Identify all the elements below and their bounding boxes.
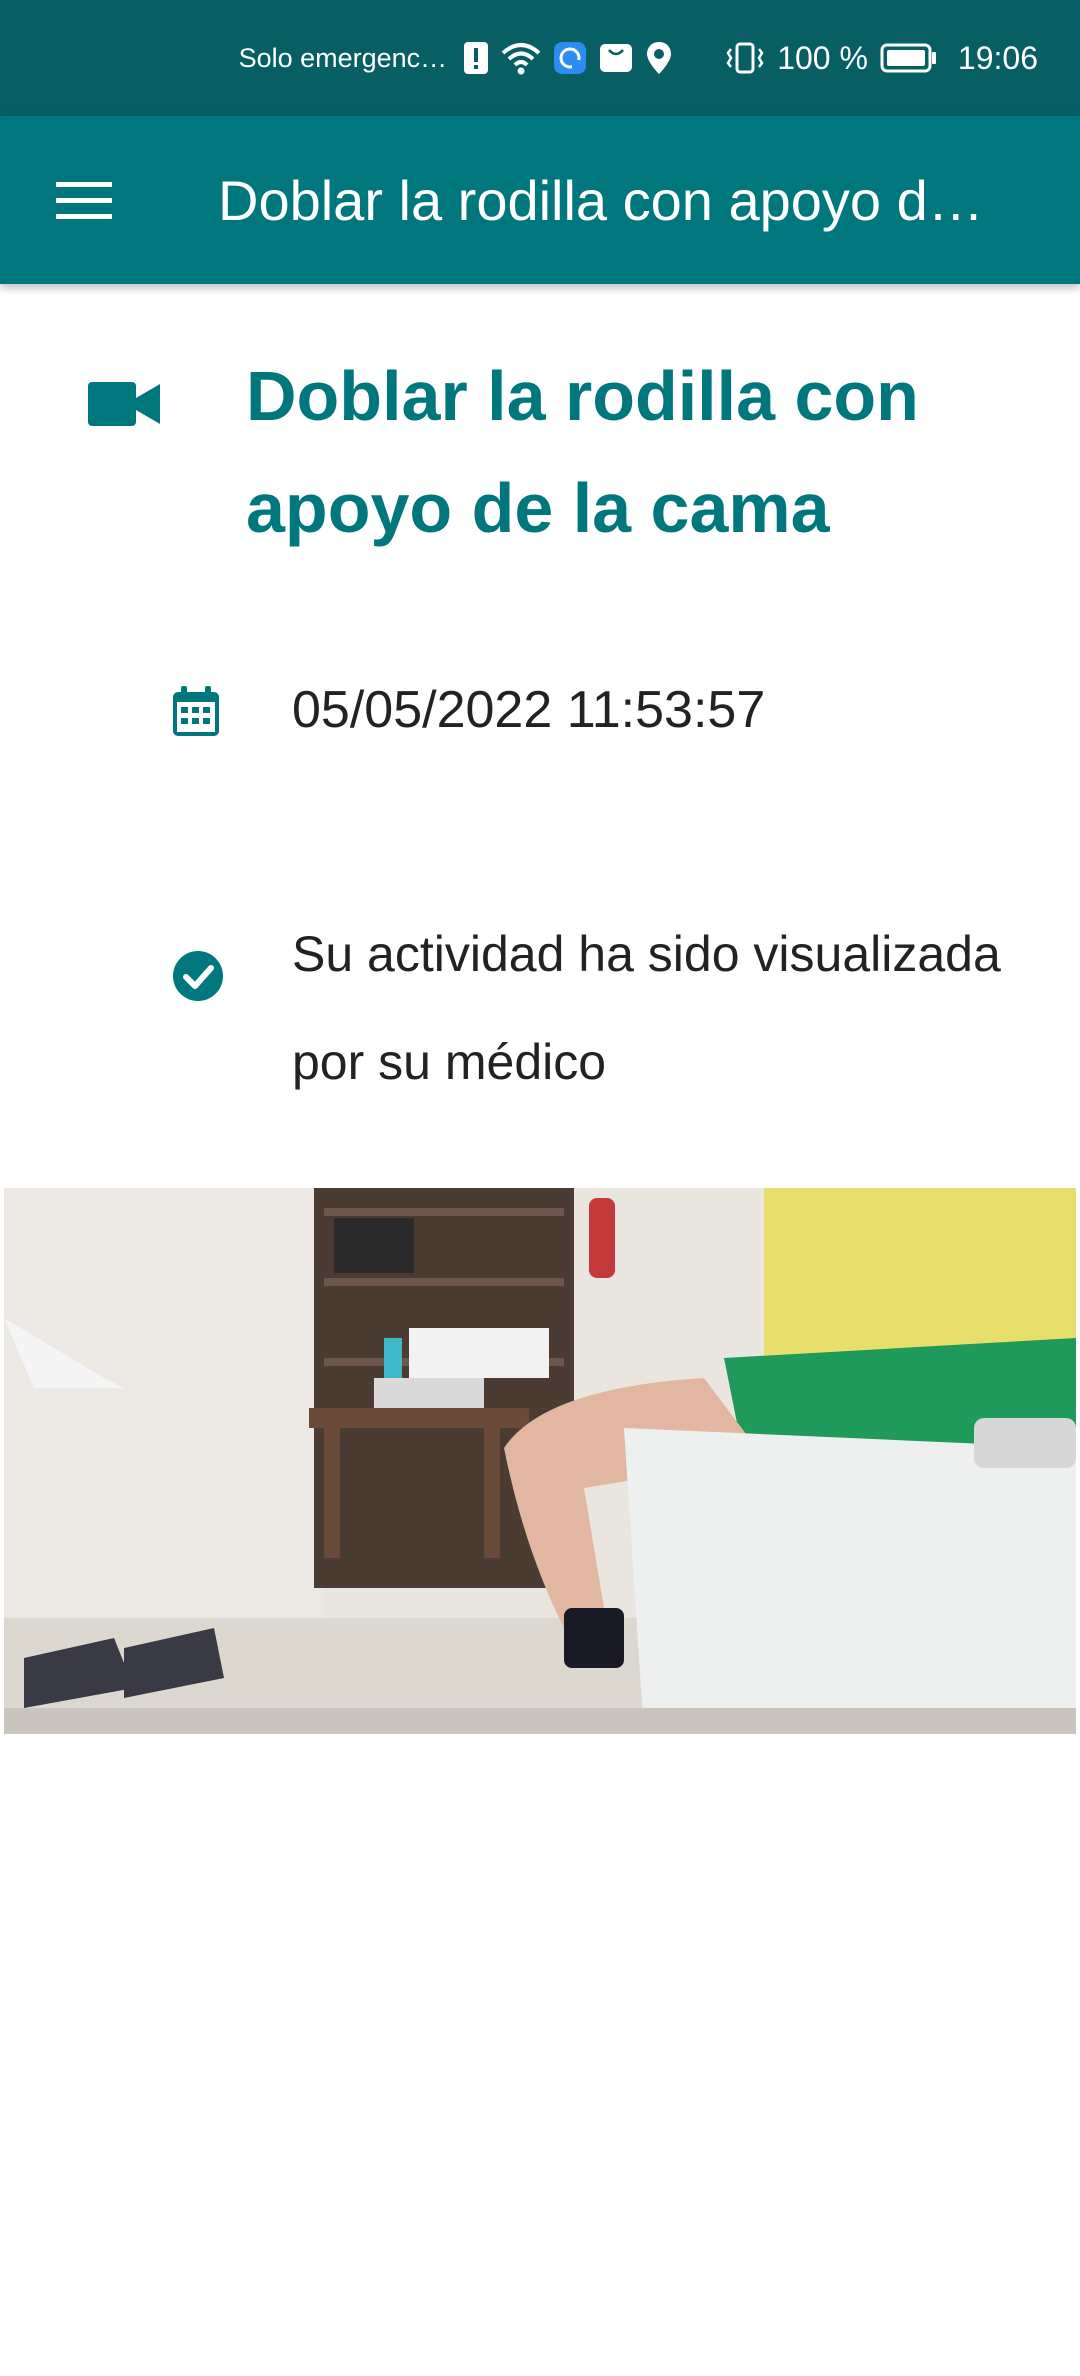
video-player[interactable] (4, 1188, 1076, 1734)
battery-icon (880, 43, 938, 73)
activity-title: Doblar la rodilla con apoyo de la cama (246, 357, 919, 547)
hamburger-menu-icon (56, 182, 112, 219)
clock: 19:06 (957, 39, 1038, 76)
fire-extinguisher (589, 1198, 615, 1278)
activity-status-text: Su actividad ha sido visualizada por su … (292, 926, 1001, 1090)
activity-date-row: 05/05/2022 11:53:57 (0, 670, 1080, 750)
assistant-icon (553, 41, 587, 75)
video-frame (4, 1188, 1076, 1734)
location-icon (645, 40, 673, 76)
app-bar: Doblar la rodilla con apoyo de la cama (0, 116, 1080, 284)
status-bar: Solo emergenc… 100 % 19:06 (0, 0, 1080, 116)
app-bar-title: Doblar la rodilla con apoyo de la cama (218, 168, 1008, 232)
alert-sim-icon (463, 41, 489, 75)
calendar-icon (170, 684, 222, 743)
menu-button[interactable] (36, 152, 132, 248)
vibrate-icon (725, 41, 765, 75)
carrier-label: Solo emergenc… (238, 42, 448, 73)
video-camera-icon (88, 380, 160, 433)
huawei-store-icon (599, 41, 633, 75)
side-table (309, 1408, 529, 1428)
battery-percent: 100 % (777, 39, 868, 76)
wifi-icon (501, 41, 541, 75)
check-circle-icon (172, 950, 224, 1007)
activity-datetime: 05/05/2022 11:53:57 (292, 681, 766, 739)
